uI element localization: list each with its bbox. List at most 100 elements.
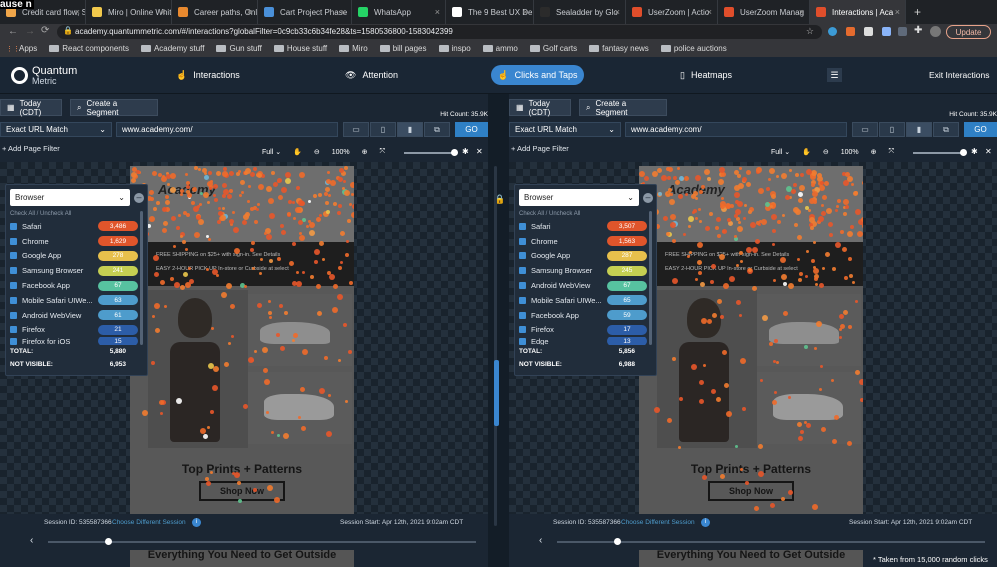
- browser-tab[interactable]: Interactions | Aca ×: [810, 0, 906, 24]
- match-type-select[interactable]: Exact URL Match ⌄: [0, 122, 112, 137]
- add-page-filter-link[interactable]: + Add Page Filter: [511, 144, 569, 153]
- puzzle-icon[interactable]: ✚: [914, 25, 922, 36]
- collapse-icon[interactable]: –: [643, 193, 653, 203]
- session-timeline[interactable]: [48, 538, 476, 545]
- go-button[interactable]: GO: [455, 122, 488, 137]
- update-button[interactable]: Update: [946, 25, 991, 39]
- bookmark-folder[interactable]: Gun stuff: [216, 44, 262, 53]
- zoom-in-icon[interactable]: ⊕: [362, 148, 368, 156]
- browser-tab[interactable]: WhatsApp ×: [352, 0, 446, 24]
- checkbox[interactable]: [10, 282, 17, 290]
- match-type-select[interactable]: Exact URL Match ⌄: [509, 122, 621, 137]
- close-icon[interactable]: ✕: [985, 147, 992, 156]
- page-url-input[interactable]: www.academy.com/: [116, 122, 338, 137]
- checkbox[interactable]: [10, 267, 17, 275]
- bookmark-folder[interactable]: Golf carts: [529, 44, 577, 53]
- dimension-select[interactable]: Browser ⌄: [10, 189, 130, 206]
- dimension-select[interactable]: Browser ⌄: [519, 189, 639, 206]
- browser-tab[interactable]: UserZoom | Actio ×: [626, 0, 718, 24]
- bookmark-folder[interactable]: ammo: [482, 44, 518, 53]
- settings-icon[interactable]: ✱: [462, 147, 469, 156]
- opacity-slider[interactable]: [913, 152, 966, 154]
- exit-interactions-link[interactable]: Exit Interactions: [929, 65, 989, 85]
- browser-row[interactable]: Android WebView 67: [519, 278, 647, 293]
- extension-icon[interactable]: [864, 27, 873, 36]
- tablet-view-icon[interactable]: ▯: [879, 122, 905, 137]
- timeline-prev-icon[interactable]: ‹: [539, 535, 542, 546]
- view-mode-select[interactable]: Full ⌄: [771, 148, 790, 156]
- checkbox[interactable]: [519, 237, 526, 245]
- browser-row[interactable]: Safari 3,507: [519, 219, 647, 234]
- browser-row[interactable]: Safari 3,486: [10, 219, 138, 234]
- back-icon[interactable]: ←: [8, 26, 18, 37]
- nav-clicks-taps[interactable]: ☝ Clicks and Taps: [491, 65, 584, 85]
- create-segment-button[interactable]: ⌕ Create a Segment: [579, 99, 667, 117]
- browser-row[interactable]: Facebook App 67: [10, 278, 138, 293]
- checkbox[interactable]: [519, 222, 526, 230]
- opacity-slider-knob[interactable]: [960, 149, 967, 156]
- menu-icon[interactable]: ☰: [827, 68, 842, 82]
- create-segment-button[interactable]: ⌕ Create a Segment: [70, 99, 158, 117]
- page-url-input[interactable]: www.academy.com/: [625, 122, 847, 137]
- browser-row[interactable]: Google App 278: [10, 249, 138, 264]
- browser-row[interactable]: Google App 287: [519, 249, 647, 264]
- zoom-in-icon[interactable]: ⊕: [871, 148, 877, 156]
- tab-close-icon[interactable]: ×: [341, 7, 346, 17]
- browser-row[interactable]: Mobile Safari UIWe... 65: [519, 293, 647, 308]
- tablet-view-icon[interactable]: ▯: [370, 122, 396, 137]
- reload-icon[interactable]: ⟳: [41, 25, 49, 36]
- bookmark-folder[interactable]: inspo: [438, 44, 471, 53]
- bookmark-folder[interactable]: police auctions: [660, 44, 727, 53]
- info-icon[interactable]: i: [701, 518, 710, 527]
- extension-icon[interactable]: [828, 27, 837, 36]
- browser-row[interactable]: Firefox for iOS 15: [10, 337, 138, 346]
- checkbox[interactable]: [519, 282, 526, 290]
- opacity-slider[interactable]: [404, 152, 457, 154]
- tab-close-icon[interactable]: ×: [615, 7, 620, 17]
- tab-close-icon[interactable]: ×: [247, 7, 252, 17]
- shop-now-button[interactable]: Shop Now: [199, 481, 285, 501]
- list-scrollbar[interactable]: [140, 211, 143, 345]
- add-page-filter-link[interactable]: + Add Page Filter: [2, 144, 60, 153]
- fit-screen-icon[interactable]: ⤧: [888, 148, 894, 156]
- check-all-toggle[interactable]: Check All / Uncheck All: [10, 211, 71, 217]
- fit-screen-icon[interactable]: ⤧: [379, 148, 385, 156]
- pane-resize-handle[interactable]: [494, 360, 499, 426]
- avatar[interactable]: [930, 26, 941, 37]
- tab-close-icon[interactable]: ×: [435, 7, 440, 17]
- zoom-out-icon[interactable]: ⊖: [314, 148, 320, 156]
- tab-close-icon[interactable]: ×: [895, 7, 900, 17]
- close-icon[interactable]: ✕: [476, 147, 483, 156]
- choose-session-link[interactable]: Choose Different Session: [621, 519, 695, 526]
- url-field[interactable]: 🔒 academy.quantummetric.com/#/interactio…: [57, 25, 822, 39]
- extension-icon[interactable]: [898, 27, 907, 36]
- zoom-out-icon[interactable]: ⊖: [823, 148, 829, 156]
- bookmark-folder[interactable]: fantasy news: [589, 44, 649, 53]
- checkbox[interactable]: [519, 296, 526, 304]
- hand-icon[interactable]: ✋: [802, 148, 811, 156]
- bookmark-star-icon[interactable]: ☆: [806, 26, 814, 37]
- shop-now-button[interactable]: Shop Now: [708, 481, 794, 501]
- browser-row[interactable]: Samsung Browser 245: [519, 263, 647, 278]
- browser-tab[interactable]: Career paths, Onl ×: [172, 0, 258, 24]
- mobile-view-icon[interactable]: ▮: [906, 122, 932, 137]
- browser-tab[interactable]: The 9 Best UX De ×: [446, 0, 534, 24]
- session-timeline[interactable]: [557, 538, 985, 545]
- checkbox[interactable]: [10, 296, 17, 304]
- info-icon[interactable]: i: [192, 518, 201, 527]
- checkbox[interactable]: [519, 252, 526, 260]
- list-scrollbar[interactable]: [649, 211, 652, 345]
- check-all-toggle[interactable]: Check All / Uncheck All: [519, 211, 580, 217]
- checkbox[interactable]: [10, 326, 17, 334]
- browser-row[interactable]: Firefox 17: [519, 323, 647, 338]
- nav-interactions[interactable]: ☝ Interactions: [176, 65, 240, 85]
- tab-close-icon[interactable]: ×: [799, 7, 804, 17]
- mobile-view-icon[interactable]: ▮: [397, 122, 423, 137]
- browser-row[interactable]: Facebook App 59: [519, 308, 647, 323]
- go-button[interactable]: GO: [964, 122, 997, 137]
- checkbox[interactable]: [519, 326, 526, 334]
- bookmark-folder[interactable]: House stuff: [273, 44, 327, 53]
- checkbox[interactable]: [10, 222, 17, 230]
- tab-close-icon[interactable]: ×: [161, 7, 166, 17]
- browser-tab[interactable]: Cart Project Phase ×: [258, 0, 352, 24]
